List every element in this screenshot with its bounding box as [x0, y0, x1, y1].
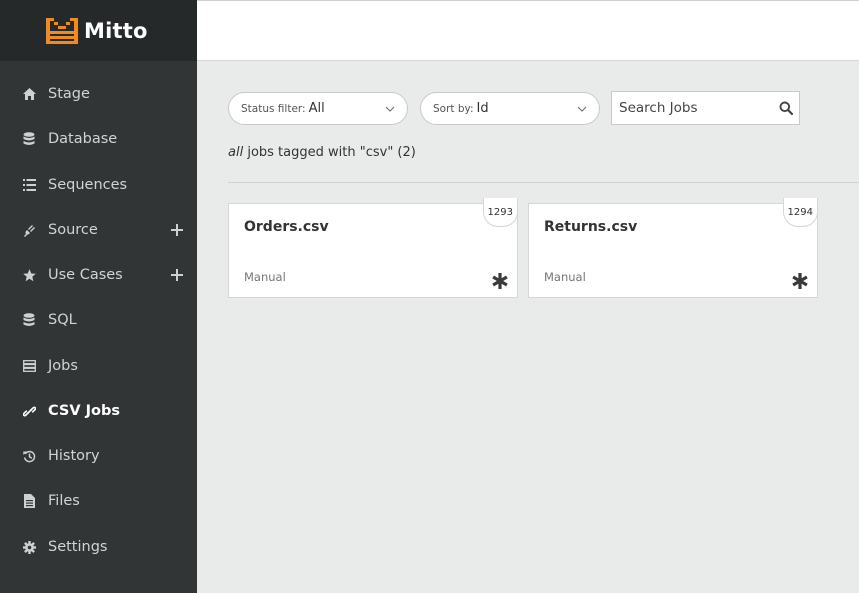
sidebar: Mitto Stage Database Sequences Source Us — [0, 0, 197, 593]
list-icon — [22, 178, 36, 192]
sidebar-item-stage[interactable]: Stage — [0, 79, 197, 109]
status-filter-value: All — [308, 101, 325, 116]
job-card[interactable]: Returns.csv Manual 1294 — [528, 198, 818, 298]
job-title: Orders.csv — [244, 219, 329, 235]
asterisk-icon — [792, 273, 808, 289]
sidebar-item-label: Source — [48, 222, 98, 238]
sidebar-item-csv-jobs[interactable]: CSV Jobs — [0, 396, 197, 426]
sidebar-item-label: History — [48, 448, 100, 464]
sort-by-value: Id — [476, 101, 489, 116]
top-bar — [197, 0, 859, 61]
status-filter-label: Status filter: — [241, 102, 306, 115]
sidebar-item-label: CSV Jobs — [48, 403, 120, 419]
chevron-down-icon — [577, 106, 587, 112]
search-icon[interactable] — [779, 101, 793, 115]
link-icon — [22, 404, 36, 418]
sidebar-item-label: Stage — [48, 86, 90, 102]
job-title: Returns.csv — [544, 219, 638, 235]
sidebar-item-sql[interactable]: SQL — [0, 305, 197, 335]
history-icon — [22, 449, 36, 463]
sidebar-item-label: Settings — [48, 539, 108, 555]
logo[interactable]: Mitto — [0, 0, 197, 61]
server-icon — [22, 359, 36, 373]
sidebar-item-jobs[interactable]: Jobs — [0, 351, 197, 381]
sidebar-item-label: Database — [48, 131, 118, 147]
sort-by-select[interactable]: Sort by: Id — [420, 92, 600, 125]
sidebar-item-label: Files — [48, 493, 80, 509]
sidebar-item-sequences[interactable]: Sequences — [0, 170, 197, 200]
job-id-badge: 1293 — [482, 198, 518, 227]
summary-scope: all — [228, 145, 244, 160]
database-icon — [22, 132, 36, 146]
chevron-down-icon — [385, 106, 395, 112]
sidebar-item-database[interactable]: Database — [0, 124, 197, 154]
file-icon — [22, 494, 36, 508]
search-input[interactable] — [612, 92, 772, 124]
search-box — [611, 91, 800, 125]
job-card[interactable]: Orders.csv Manual 1293 — [228, 198, 518, 298]
database-icon — [22, 313, 36, 327]
sidebar-item-label: Use Cases — [48, 267, 123, 283]
plug-icon — [22, 223, 36, 237]
sidebar-item-source[interactable]: Source — [0, 215, 197, 245]
sidebar-item-label: SQL — [48, 312, 77, 328]
sidebar-item-history[interactable]: History — [0, 441, 197, 471]
sidebar-item-label: Sequences — [48, 177, 128, 193]
expand-plus-icon[interactable] — [171, 224, 183, 236]
home-icon — [22, 87, 36, 101]
sidebar-item-use-cases[interactable]: Use Cases — [0, 260, 197, 290]
status-filter-select[interactable]: Status filter: All — [228, 92, 408, 125]
mitto-logo-icon — [46, 17, 78, 44]
summary-text: jobs tagged with "csv" (2) — [243, 145, 416, 160]
sidebar-item-settings[interactable]: Settings — [0, 532, 197, 562]
job-id-badge: 1294 — [782, 198, 818, 227]
sidebar-item-files[interactable]: Files — [0, 486, 197, 516]
job-type: Manual — [244, 270, 286, 284]
job-type: Manual — [544, 270, 586, 284]
expand-plus-icon[interactable] — [171, 269, 183, 281]
sort-by-label: Sort by: — [433, 102, 474, 115]
asterisk-icon — [492, 273, 508, 289]
gear-icon — [22, 540, 36, 554]
app-name: Mitto — [84, 18, 148, 43]
jobs-summary: all jobs tagged with "csv" (2) — [228, 145, 416, 160]
sidebar-item-label: Jobs — [48, 358, 78, 374]
star-icon — [22, 268, 36, 282]
divider — [228, 182, 859, 183]
